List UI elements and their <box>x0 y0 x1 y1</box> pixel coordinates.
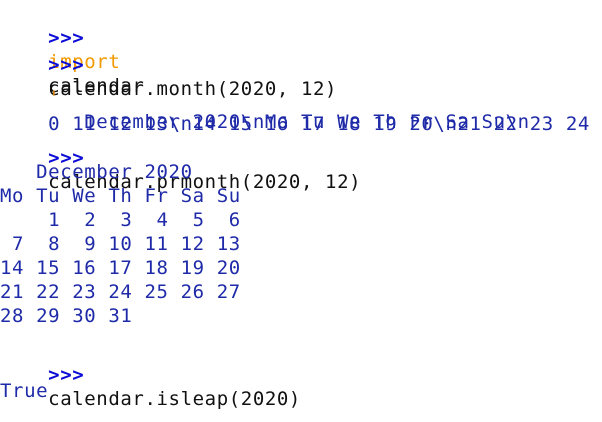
prmonth-output-line-5: 14 15 16 17 18 19 20 <box>0 257 241 279</box>
console-prompt: >>> <box>48 364 85 386</box>
isleap-call-text: calendar.isleap(2020) <box>48 388 301 410</box>
prmonth-output-line-6: 21 22 23 24 25 26 27 <box>0 281 241 303</box>
prmonth-output-line-2: Mo Tu We Th Fr Sa Su <box>0 185 241 207</box>
isleap-result: True <box>0 380 49 402</box>
prmonth-output-line-3: 1 2 3 4 5 6 <box>0 209 241 231</box>
prmonth-output-line-7: 28 29 30 31 <box>0 305 133 327</box>
python-console[interactable]: >>> import calendar >>> calendar.month(2… <box>0 0 602 422</box>
prmonth-output-line-4: 7 8 9 10 11 12 13 <box>0 233 241 255</box>
prmonth-output-line-1: December 2020 <box>0 161 193 183</box>
